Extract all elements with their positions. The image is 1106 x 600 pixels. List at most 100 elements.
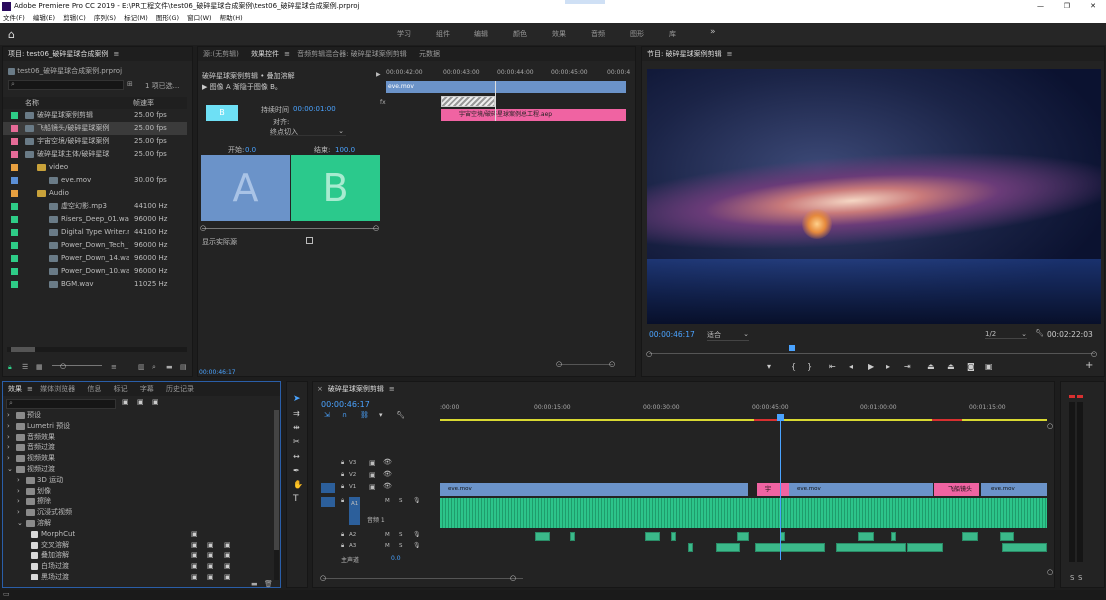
a2-clip[interactable]: [737, 532, 749, 541]
add-marker-icon[interactable]: ▾: [767, 362, 771, 371]
linked-selection-icon[interactable]: ⛓︎: [360, 411, 369, 419]
list-view-icon[interactable]: ☰: [22, 363, 28, 371]
a2-clip[interactable]: [1000, 532, 1014, 541]
track-name[interactable]: A1: [349, 497, 361, 525]
effect-folder[interactable]: › 擦除: [3, 496, 273, 507]
effect-folder[interactable]: › Lumetri 预设: [3, 421, 273, 432]
solo-button[interactable]: S: [399, 498, 403, 504]
ec-zoom-handle-left[interactable]: ○: [556, 360, 562, 368]
effect-item[interactable]: ▣ ▣ ▣ 叠加溶解: [3, 550, 273, 561]
a3-clip[interactable]: [716, 543, 740, 552]
v1-clip[interactable]: eve.mov: [440, 483, 748, 496]
workspace-audio[interactable]: 音频: [591, 29, 605, 39]
timeline-playhead-line[interactable]: [780, 420, 781, 560]
project-item[interactable]: eve.mov 30.00 fps: [3, 174, 187, 187]
panel-menu-icon[interactable]: ≡: [727, 50, 733, 58]
clip-indicator-right[interactable]: [1077, 395, 1083, 398]
a2-clip[interactable]: [858, 532, 874, 541]
extract-icon[interactable]: ⏏: [947, 362, 955, 371]
slip-tool-icon[interactable]: ↔: [293, 452, 300, 461]
program-timecode[interactable]: 00:00:46:17: [649, 330, 695, 339]
panel-menu-icon[interactable]: ≡: [27, 385, 33, 393]
panel-menu-icon[interactable]: ≡: [113, 50, 119, 58]
source-patch-v3[interactable]: [321, 459, 335, 469]
menu-file[interactable]: 文件(F): [3, 14, 25, 22]
source-patch-a1[interactable]: [321, 497, 335, 507]
add-marker-icon[interactable]: ▾: [379, 411, 383, 419]
source-patch-v2[interactable]: [321, 471, 335, 481]
solo-button[interactable]: S: [399, 543, 403, 549]
show-actual-sources-checkbox[interactable]: [306, 237, 313, 244]
new-bin-icon[interactable]: ⊞: [127, 80, 133, 88]
label-color-swatch[interactable]: [11, 138, 18, 145]
label-color-swatch[interactable]: [11, 125, 18, 132]
scroll-thumb[interactable]: [11, 347, 35, 352]
project-item[interactable]: 宇宙空境/破碎星球案例 25.00 fps: [3, 135, 187, 148]
play-icon[interactable]: ▶: [868, 362, 874, 371]
mute-button[interactable]: M: [385, 498, 390, 504]
track-name[interactable]: A2: [349, 532, 356, 538]
track-select-tool-icon[interactable]: ⇉: [293, 409, 300, 418]
solo-left-button[interactable]: S: [1070, 574, 1074, 582]
track-lock-icon[interactable]: 🔒︎: [341, 459, 344, 467]
label-color-swatch[interactable]: [11, 229, 18, 236]
start-value[interactable]: 0.0: [245, 146, 256, 154]
tab-effects[interactable]: 效果: [3, 382, 27, 396]
timeline-ruler[interactable]: :00:00 00:00:15:00 00:00:30:00 00:00:45:…: [440, 404, 1050, 420]
label-color-swatch[interactable]: [11, 190, 18, 197]
source-patch-a2[interactable]: [321, 531, 335, 541]
tab-captions[interactable]: 字幕: [135, 382, 159, 396]
selection-tool-icon[interactable]: ➤: [293, 394, 301, 404]
effect-item[interactable]: ▣ ▣ ▣ 黑场过渡: [3, 572, 273, 580]
menu-window[interactable]: 窗口(W): [187, 14, 212, 22]
v1-clip[interactable]: 飞船镜头: [934, 483, 979, 496]
label-color-swatch[interactable]: [11, 255, 18, 262]
panel-menu-icon[interactable]: ≡: [389, 385, 395, 393]
new-item-icon[interactable]: ▤: [180, 363, 187, 371]
step-forward-icon[interactable]: ▸: [886, 362, 890, 371]
wrench-icon[interactable]: 🔧︎: [1035, 329, 1044, 337]
chevron-right-icon[interactable]: ›: [7, 442, 10, 453]
project-item[interactable]: Power_Down_10.wav 96000 Hz: [3, 265, 187, 278]
tab-source[interactable]: 源:(无剪辑): [198, 47, 244, 61]
project-search-input[interactable]: ⌕: [8, 80, 124, 90]
sort-icon[interactable]: ≡: [111, 363, 117, 371]
label-color-swatch[interactable]: [11, 242, 18, 249]
go-to-in-icon[interactable]: ⇤: [829, 362, 836, 371]
hand-tool-icon[interactable]: ✋: [293, 480, 303, 489]
transition-thumbnail[interactable]: B: [206, 105, 238, 121]
project-item[interactable]: Power_Down_Tech_10 96000 Hz: [3, 239, 187, 252]
project-tab[interactable]: 项目: test06_破碎星球合成案例: [3, 47, 113, 61]
ripple-edit-tool-icon[interactable]: ⇹: [293, 423, 300, 432]
program-scrub-bar[interactable]: [649, 353, 1095, 354]
zoom-handle-left[interactable]: ○: [320, 574, 326, 582]
label-color-swatch[interactable]: [11, 164, 18, 171]
ec-zoom-handle-right[interactable]: ○: [609, 360, 615, 368]
project-item[interactable]: Digital Type Writer.mp3 44100 Hz: [3, 226, 187, 239]
pen-tool-icon[interactable]: ✒: [293, 466, 300, 475]
label-color-swatch[interactable]: [11, 112, 18, 119]
project-item[interactable]: Audio: [3, 187, 187, 200]
automate-icon[interactable]: ▥: [138, 363, 145, 371]
chevron-right-icon[interactable]: ›: [7, 421, 10, 432]
ec-clip-b[interactable]: 宇宙空境/破碎星球案例总工程.aep: [441, 109, 626, 121]
find-icon[interactable]: ⌕: [152, 363, 156, 372]
transition-slider[interactable]: [202, 228, 378, 229]
vertical-zoom-handle[interactable]: ○: [1047, 568, 1053, 576]
icon-view-icon[interactable]: ▦: [36, 363, 43, 371]
mute-button[interactable]: M: [385, 543, 390, 549]
32bit-effects-icon[interactable]: ▣: [137, 398, 144, 406]
track-eye-icon[interactable]: 👁︎: [383, 482, 392, 490]
accelerated-effects-icon[interactable]: ▣: [122, 398, 129, 406]
source-patch-v1[interactable]: [321, 483, 335, 493]
effect-folder[interactable]: › 预设: [3, 410, 273, 421]
minimize-button[interactable]: —: [1037, 0, 1044, 13]
effects-search-input[interactable]: ⌕: [6, 399, 116, 409]
chevron-right-icon[interactable]: ›: [7, 453, 10, 464]
v1-clip[interactable]: 宇: [757, 483, 789, 496]
tab-audio-mixer[interactable]: 音频剪辑混合器: 破碎星球案例剪辑: [292, 47, 412, 61]
menu-help[interactable]: 帮助(H): [220, 14, 243, 22]
track-eye-icon[interactable]: 👁︎: [383, 458, 392, 466]
scrub-handle-right[interactable]: ○: [1091, 350, 1097, 358]
label-color-swatch[interactable]: [11, 216, 18, 223]
